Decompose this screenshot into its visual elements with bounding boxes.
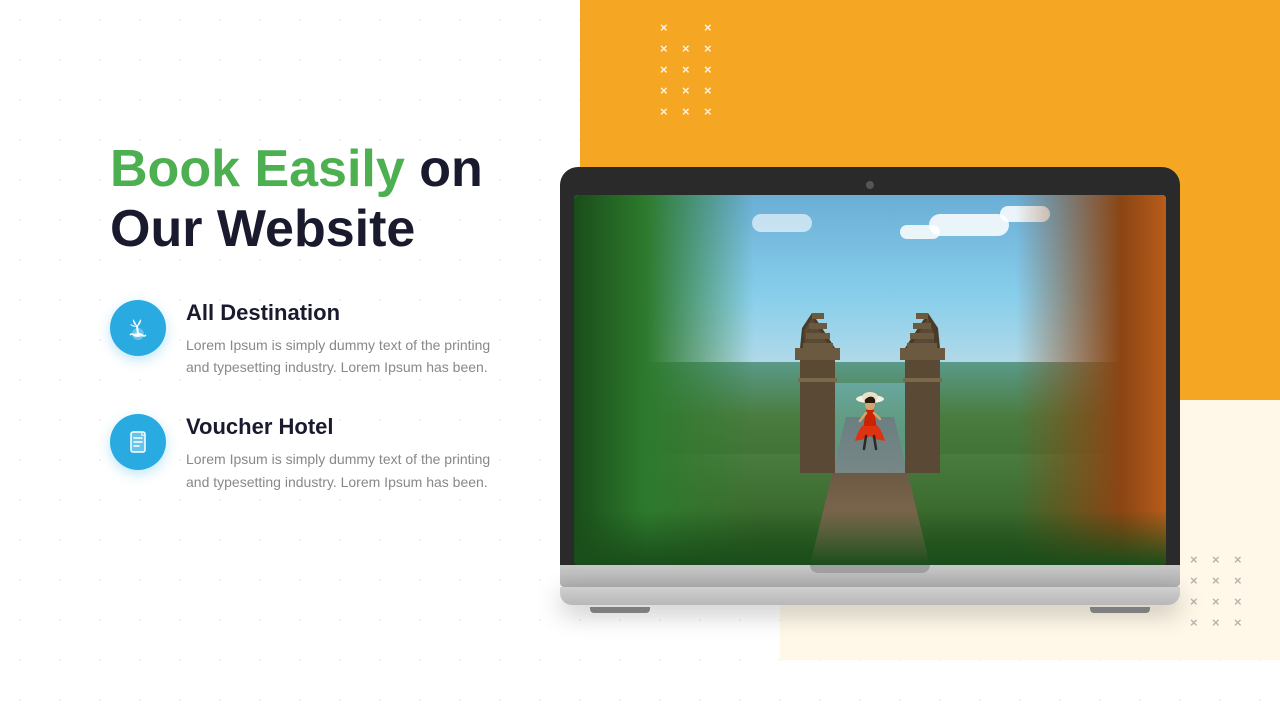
voucher-description: Lorem Ipsum is simply dummy text of the … <box>186 448 510 493</box>
headline-green-part: Book Easily <box>110 140 405 198</box>
feature-destination: All Destination Lorem Ipsum is simply du… <box>110 300 510 379</box>
laptop-camera <box>866 181 874 189</box>
cloud-1 <box>929 214 1009 236</box>
voucher-icon-circle <box>110 414 166 470</box>
headline-dark-part: Our Website <box>110 200 415 258</box>
left-content-section: Book Easily on Our Website All Destinati… <box>110 140 510 529</box>
laptop-frame <box>560 167 1180 613</box>
island-icon <box>124 314 152 342</box>
laptop-screen <box>574 195 1166 565</box>
person-figure <box>850 391 890 461</box>
laptop-foot-right <box>1090 607 1150 613</box>
voucher-title: Voucher Hotel <box>186 414 510 440</box>
destination-icon-circle <box>110 300 166 356</box>
document-icon <box>124 428 152 456</box>
right-visual-section <box>500 0 1280 720</box>
cloud-3 <box>900 225 940 239</box>
laptop-foot-left <box>590 607 650 613</box>
travel-scene <box>574 195 1166 565</box>
laptop-base <box>560 565 1180 587</box>
voucher-text: Voucher Hotel Lorem Ipsum is simply dumm… <box>186 414 510 493</box>
laptop-feet <box>560 607 1180 613</box>
ground-overlay <box>574 510 1166 566</box>
headline-on-part: on <box>405 140 483 198</box>
laptop-bottom <box>560 587 1180 605</box>
page-title: Book Easily on Our Website <box>110 140 510 260</box>
destination-description: Lorem Ipsum is simply dummy text of the … <box>186 334 510 379</box>
feature-voucher: Voucher Hotel Lorem Ipsum is simply dumm… <box>110 414 510 493</box>
cloud-4 <box>752 214 812 232</box>
laptop-hinge <box>810 565 930 573</box>
destination-title: All Destination <box>186 300 510 326</box>
laptop-screen-bezel <box>560 167 1180 565</box>
destination-text: All Destination Lorem Ipsum is simply du… <box>186 300 510 379</box>
laptop-mockup <box>560 167 1180 613</box>
